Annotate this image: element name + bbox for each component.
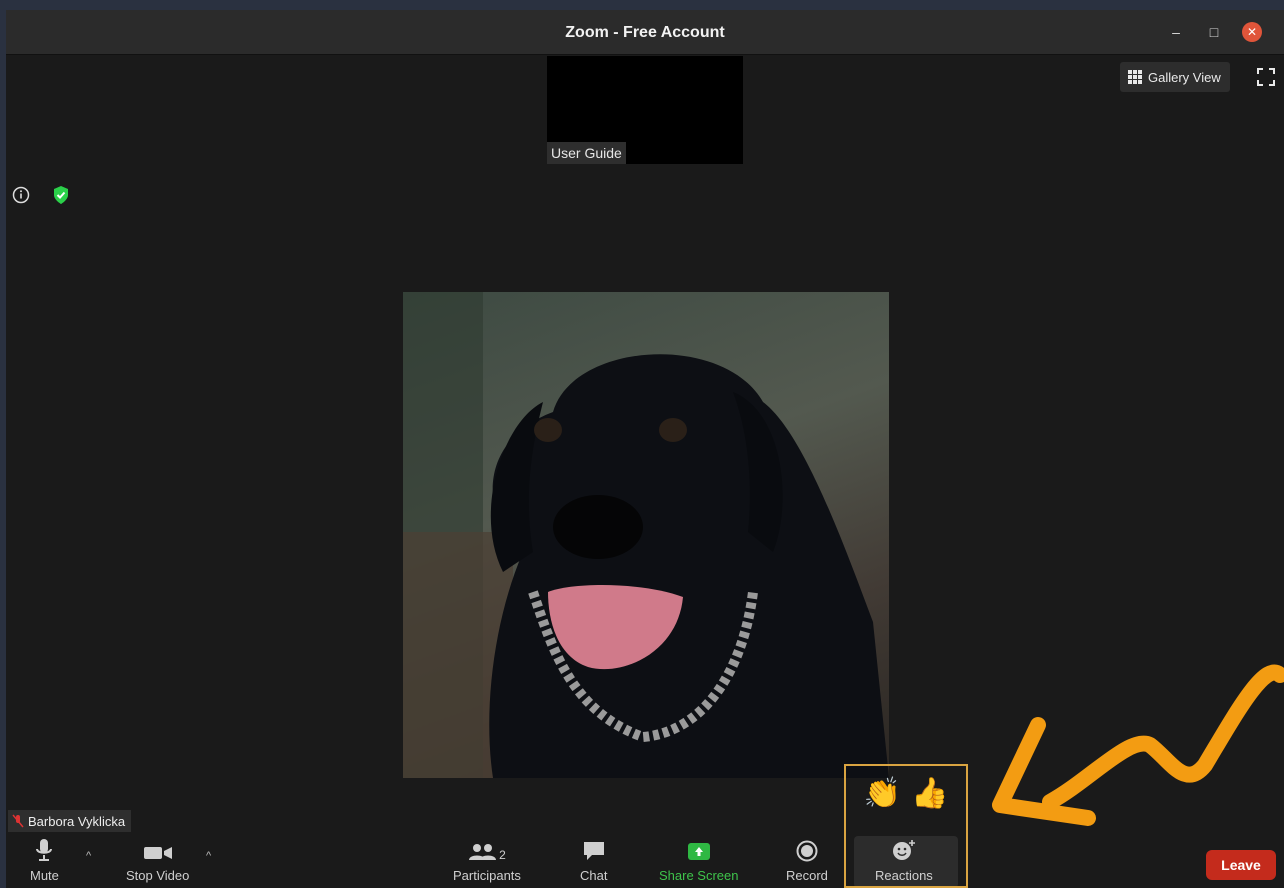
audio-options-caret[interactable]: ^ xyxy=(86,850,91,862)
record-icon xyxy=(796,840,818,862)
share-screen-icon xyxy=(687,843,710,860)
fullscreen-icon[interactable] xyxy=(1256,67,1276,87)
participants-icon xyxy=(469,844,497,860)
meeting-toolbar: Mute ^ Stop Video ^ 2 Participants Chat … xyxy=(6,836,1284,888)
shield-icon[interactable] xyxy=(52,185,70,205)
mute-button[interactable]: Mute xyxy=(30,836,59,888)
share-screen-button[interactable]: Share Screen xyxy=(659,836,739,888)
thumbs-up-reaction[interactable]: 👍 xyxy=(911,776,948,816)
participants-button[interactable]: 2 Participants xyxy=(453,836,521,888)
preview-label: User Guide xyxy=(547,142,626,164)
chat-label: Chat xyxy=(580,868,608,883)
chat-button[interactable]: Chat xyxy=(580,836,607,888)
dog-video-frame xyxy=(403,292,889,778)
participant-name: Barbora Vyklicka xyxy=(28,813,126,829)
muted-mic-icon xyxy=(12,814,24,828)
record-button[interactable]: Record xyxy=(786,836,828,888)
grid-icon xyxy=(1128,70,1142,84)
participant-name-tag: Barbora Vyklicka xyxy=(8,810,132,832)
mic-icon xyxy=(36,839,53,861)
video-camera-icon xyxy=(143,847,172,859)
video-options-caret[interactable]: ^ xyxy=(206,850,211,862)
stop-video-button[interactable]: Stop Video xyxy=(126,836,189,888)
record-label: Record xyxy=(786,868,828,883)
minimize-icon[interactable]: – xyxy=(1166,22,1186,42)
title-bar: Zoom - Free Account – □ ✕ xyxy=(6,10,1284,55)
gallery-view-label: Gallery View xyxy=(1148,69,1221,85)
leave-button[interactable]: Leave xyxy=(1206,850,1276,880)
reactions-button[interactable]: Reactions xyxy=(875,836,933,888)
clap-reaction[interactable]: 👏 xyxy=(864,776,901,816)
maximize-icon[interactable]: □ xyxy=(1204,22,1224,42)
annotation-arrow xyxy=(992,664,1284,826)
participant-video xyxy=(403,292,889,778)
mute-label: Mute xyxy=(30,868,59,883)
window-title: Zoom - Free Account xyxy=(565,24,725,41)
reactions-icon xyxy=(892,840,915,860)
share-screen-label: Share Screen xyxy=(659,868,739,883)
reactions-popup: 👏 👍 xyxy=(846,776,966,816)
info-icon[interactable] xyxy=(12,186,30,204)
stop-video-label: Stop Video xyxy=(126,868,190,883)
participants-label: Participants xyxy=(453,868,521,883)
participants-count: 2 xyxy=(499,848,506,862)
self-preview-thumbnail[interactable]: User Guide xyxy=(547,56,743,164)
chat-icon xyxy=(583,842,604,860)
close-icon[interactable]: ✕ xyxy=(1242,22,1262,42)
gallery-view-button[interactable]: Gallery View xyxy=(1120,62,1230,92)
reactions-label: Reactions xyxy=(875,868,933,883)
